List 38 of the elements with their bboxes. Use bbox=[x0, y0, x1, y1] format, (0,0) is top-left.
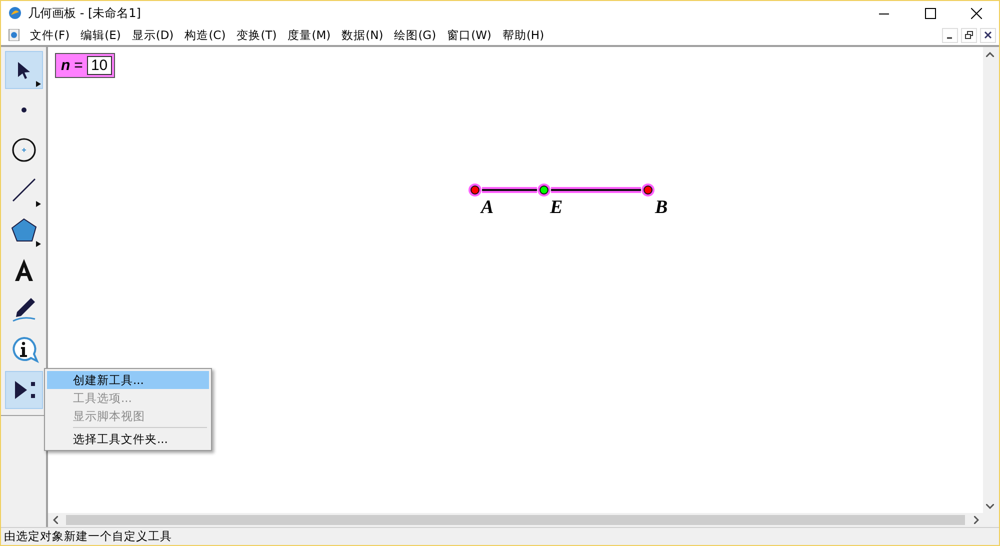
close-button[interactable] bbox=[980, 28, 996, 42]
point-label: B bbox=[655, 197, 668, 218]
menu-item[interactable]: 编辑(E) bbox=[76, 28, 125, 42]
document-icon bbox=[8, 29, 20, 41]
scroll-thumb[interactable] bbox=[66, 515, 965, 525]
restore-icon bbox=[965, 31, 973, 39]
point-label: A bbox=[481, 197, 494, 218]
menu-item[interactable]: 帮助(H) bbox=[498, 28, 548, 42]
parameter-name: n bbox=[61, 57, 70, 74]
point-label: E bbox=[550, 197, 563, 218]
menu-item[interactable]: 度量(M) bbox=[284, 28, 335, 42]
menu-item[interactable]: 窗口(W) bbox=[443, 28, 496, 42]
tool-button[interactable] bbox=[4, 51, 42, 89]
maximize-icon[interactable] bbox=[924, 8, 936, 18]
app-icon bbox=[8, 6, 22, 20]
parameter-value[interactable]: 10 bbox=[86, 56, 112, 75]
context-menu-item[interactable]: 选择工具文件夹... bbox=[47, 430, 209, 448]
status-text: 由选定对象新建一个自定义工具 bbox=[4, 529, 172, 544]
point[interactable] bbox=[468, 184, 482, 196]
menu-item[interactable]: 显示(D) bbox=[128, 28, 178, 42]
menu-item[interactable]: 绘图(G) bbox=[390, 28, 440, 42]
restore-button[interactable] bbox=[961, 28, 977, 42]
parameter-box[interactable]: n = 10 bbox=[55, 53, 115, 78]
point[interactable] bbox=[642, 184, 654, 196]
menu-item[interactable]: 数据(N) bbox=[338, 28, 388, 42]
menu-item[interactable]: 文件(F) bbox=[26, 28, 74, 42]
close-icon[interactable] bbox=[970, 8, 982, 18]
menu-item[interactable]: 构造(C) bbox=[180, 28, 230, 42]
close-icon bbox=[984, 31, 992, 39]
menu-item[interactable]: 变换(T) bbox=[232, 28, 281, 42]
line-segment[interactable] bbox=[482, 187, 641, 193]
tool-button[interactable] bbox=[4, 371, 42, 409]
window-title: 几何画板 - [未命名1] bbox=[28, 4, 141, 22]
point[interactable] bbox=[538, 184, 550, 196]
minimize-button[interactable] bbox=[942, 28, 958, 42]
context-menu-item[interactable]: 创建新工具... bbox=[47, 371, 209, 389]
point-icon bbox=[20, 107, 26, 113]
equals-sign: = bbox=[74, 57, 83, 74]
